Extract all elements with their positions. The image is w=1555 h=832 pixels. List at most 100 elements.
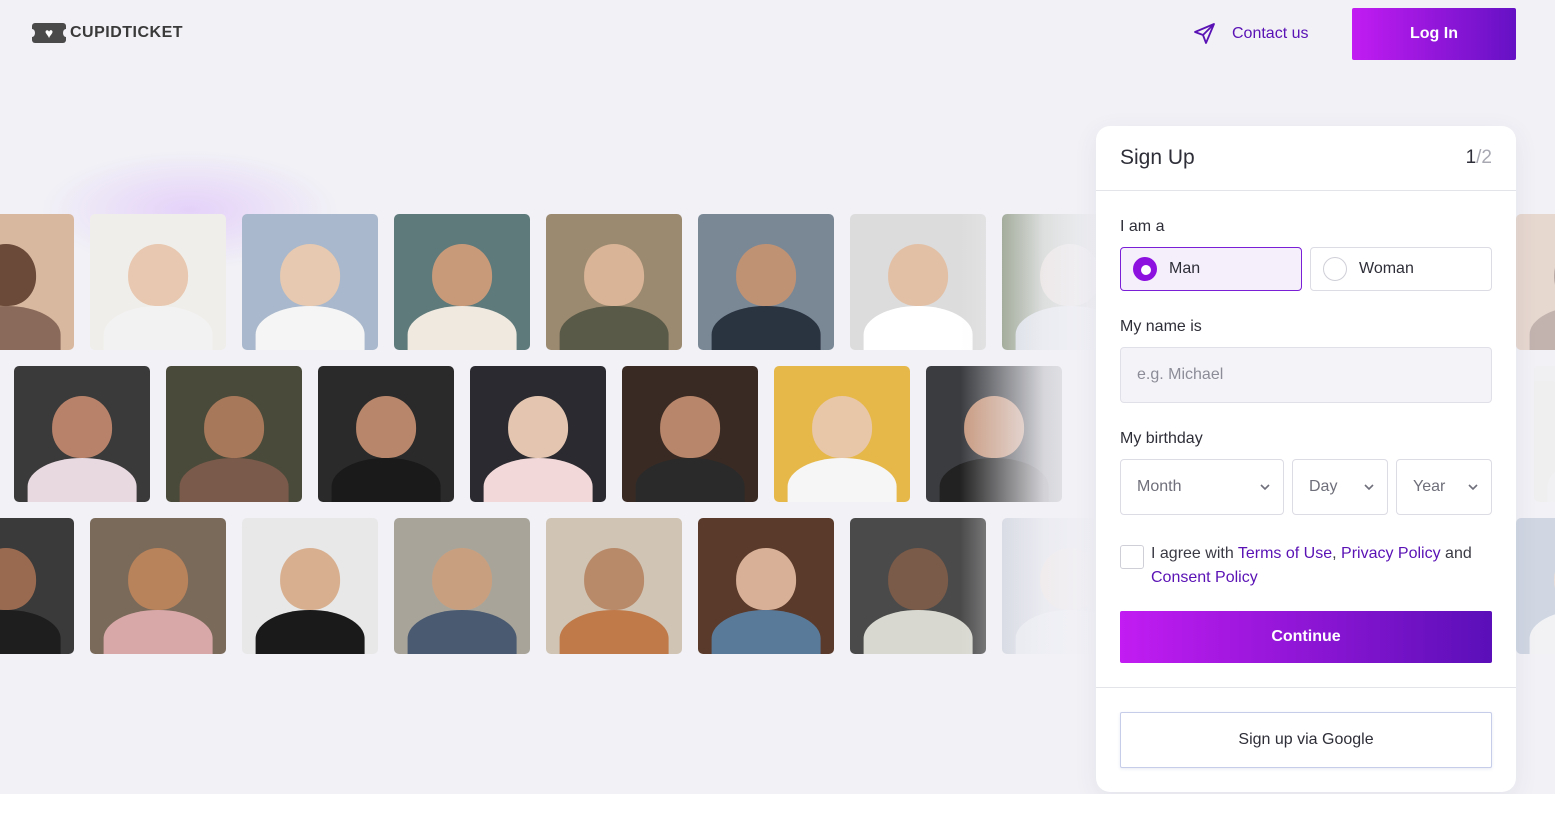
profile-photo (1516, 518, 1555, 654)
agree-comma: , (1332, 545, 1342, 562)
profile-photo (394, 214, 530, 350)
photo-body-shape (331, 458, 441, 502)
photo-face-shape (812, 395, 872, 459)
photo-body-shape (635, 458, 745, 502)
photo-body-shape (711, 306, 821, 350)
step-total: /2 (1476, 147, 1492, 168)
logo-text: CUPIDTICKET (70, 24, 184, 41)
profile-photo (546, 214, 682, 350)
gender-label: I am a (1120, 218, 1165, 235)
photo-face-shape (0, 547, 36, 611)
photo-face-shape (1040, 243, 1100, 307)
gender-option-label: Woman (1359, 260, 1414, 277)
photo-face-shape (584, 547, 644, 611)
signup-card-header: Sign Up 1/2 (1096, 126, 1516, 191)
photo-face-shape (660, 395, 720, 459)
photo-body-shape (863, 306, 973, 350)
divider (1096, 687, 1516, 688)
profile-photo (470, 366, 606, 502)
photo-face-shape (432, 243, 492, 307)
photo-body-shape (1547, 458, 1555, 502)
birthday-month-select[interactable]: Month (1120, 459, 1284, 515)
profile-photo (1534, 366, 1555, 502)
consent-policy-link[interactable]: Consent Policy (1151, 569, 1258, 586)
chevron-down-icon (1260, 484, 1270, 491)
photo-body-shape (0, 610, 61, 654)
chevron-down-icon (1468, 484, 1478, 491)
photo-body-shape (0, 306, 61, 350)
photo-body-shape (255, 610, 365, 654)
birthday-day-value: Day (1309, 478, 1338, 495)
name-input[interactable] (1120, 347, 1492, 403)
contact-us-link[interactable]: Contact us (1192, 20, 1308, 48)
privacy-policy-link[interactable]: Privacy Policy (1341, 545, 1441, 562)
signup-title: Sign Up (1120, 146, 1195, 169)
photo-face-shape (888, 243, 948, 307)
profile-photo (926, 366, 1062, 502)
profile-photo (90, 518, 226, 654)
photo-body-shape (1529, 306, 1555, 350)
profile-photo (774, 366, 910, 502)
terms-of-use-link[interactable]: Terms of Use (1238, 545, 1332, 562)
profile-photo (318, 366, 454, 502)
photo-face-shape (584, 243, 644, 307)
profile-photo (242, 518, 378, 654)
google-signup-button[interactable]: Sign up via Google (1120, 712, 1492, 768)
photo-body-shape (559, 610, 669, 654)
gender-option-man[interactable]: Man (1120, 247, 1302, 291)
photo-body-shape (939, 458, 1049, 502)
profile-photo (1516, 214, 1555, 350)
photo-face-shape (1040, 547, 1100, 611)
photo-face-shape (736, 547, 796, 611)
agree-and: and (1440, 545, 1472, 562)
photo-body-shape (483, 458, 593, 502)
radio-checked-icon (1133, 257, 1157, 281)
login-button[interactable]: Log In (1352, 8, 1516, 60)
photo-body-shape (27, 458, 137, 502)
profile-photo (242, 214, 378, 350)
agreement-row: I agree with Terms of Use, Privacy Polic… (1120, 542, 1492, 590)
step-current: 1 (1465, 147, 1477, 168)
chevron-down-icon (1364, 484, 1374, 491)
radio-unchecked-icon (1323, 257, 1347, 281)
photo-body-shape (407, 306, 517, 350)
profile-photo (90, 214, 226, 350)
profile-photo (698, 214, 834, 350)
photo-face-shape (280, 547, 340, 611)
signup-card: Sign Up 1/2 I am a Man Woman My name is … (1096, 126, 1516, 792)
photo-face-shape (280, 243, 340, 307)
photo-face-shape (52, 395, 112, 459)
photo-body-shape (787, 458, 897, 502)
photo-face-shape (736, 243, 796, 307)
photo-face-shape (356, 395, 416, 459)
photo-face-shape (508, 395, 568, 459)
photo-face-shape (0, 243, 36, 307)
photo-body-shape (103, 610, 213, 654)
logo[interactable]: ♥ CUPIDTICKET (29, 22, 184, 44)
photo-body-shape (407, 610, 517, 654)
photo-body-shape (255, 306, 365, 350)
photo-body-shape (179, 458, 289, 502)
profile-photo (698, 518, 834, 654)
profile-photo (0, 214, 74, 350)
agree-checkbox[interactable] (1120, 545, 1144, 569)
birthday-day-select[interactable]: Day (1292, 459, 1388, 515)
continue-button[interactable]: Continue (1120, 611, 1492, 663)
birthday-label: My birthday (1120, 430, 1203, 447)
photo-body-shape (559, 306, 669, 350)
photo-face-shape (964, 395, 1024, 459)
photo-face-shape (888, 547, 948, 611)
send-icon (1194, 23, 1215, 44)
ticket-heart-icon: ♥ (29, 23, 69, 43)
hero-background: ♥ CUPIDTICKET Contact us Log In Sign Up … (0, 0, 1555, 794)
photo-body-shape (1529, 610, 1555, 654)
profile-photo (166, 366, 302, 502)
gender-option-woman[interactable]: Woman (1310, 247, 1492, 291)
profile-photo (14, 366, 150, 502)
contact-us-label: Contact us (1232, 25, 1309, 42)
profile-photo (850, 518, 986, 654)
agree-prefix: I agree with (1151, 545, 1238, 562)
step-indicator: 1/2 (1466, 147, 1492, 169)
birthday-year-select[interactable]: Year (1396, 459, 1492, 515)
photo-body-shape (103, 306, 213, 350)
